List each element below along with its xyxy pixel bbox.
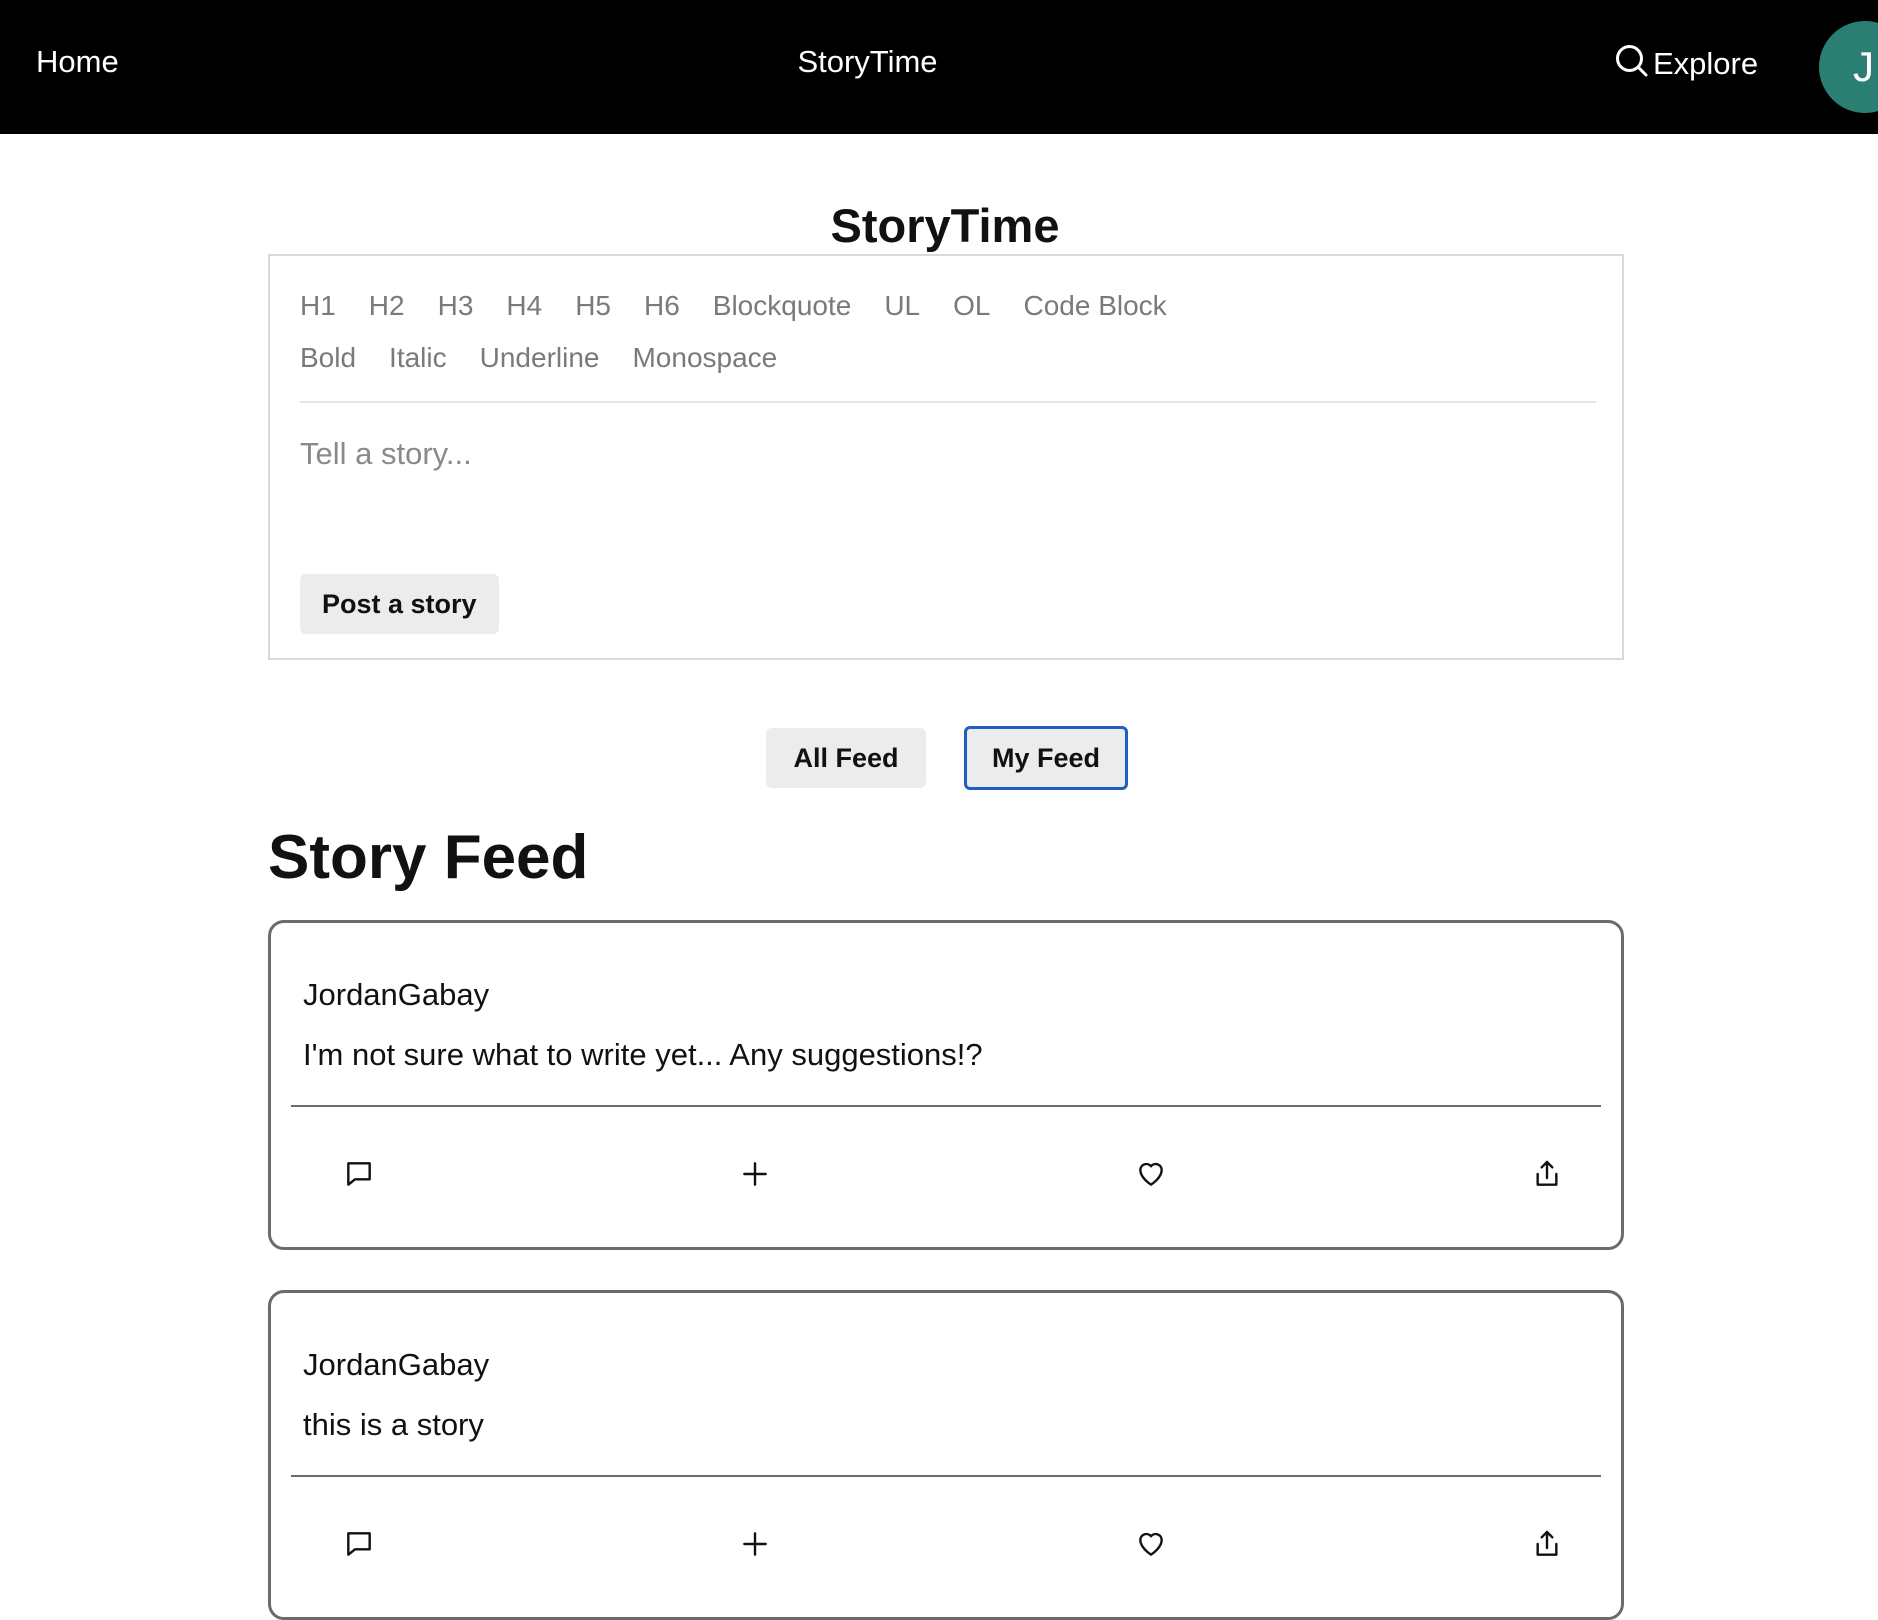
avatar[interactable]: J [1819, 21, 1878, 113]
comment-icon [343, 1158, 375, 1193]
toolbar-h1-button[interactable]: H1 [300, 290, 336, 322]
share-button[interactable] [1517, 1515, 1577, 1575]
feed-heading: Story Feed [268, 823, 589, 892]
toolbar-divider [300, 401, 1596, 403]
story-body: this is a story [303, 1407, 484, 1442]
toolbar-code-block-button[interactable]: Code Block [1023, 290, 1166, 322]
search-icon [1613, 42, 1649, 86]
my-feed-button[interactable]: My Feed [964, 726, 1128, 790]
story-card: JordanGabay I'm not sure what to write y… [268, 920, 1624, 1250]
toolbar-h5-button[interactable]: H5 [575, 290, 611, 322]
format-toolbar-row-1: H1 H2 H3 H4 H5 H6 Blockquote UL OL Code … [300, 290, 1200, 322]
toolbar-h2-button[interactable]: H2 [369, 290, 405, 322]
toolbar-h6-button[interactable]: H6 [644, 290, 680, 322]
comment-button[interactable] [329, 1145, 389, 1205]
story-author[interactable]: JordanGabay [303, 1347, 489, 1383]
all-feed-button[interactable]: All Feed [766, 728, 926, 788]
toolbar-ul-button[interactable]: UL [884, 290, 920, 322]
top-nav-bar: Home StoryTime Explore J [0, 0, 1878, 134]
comment-icon [343, 1528, 375, 1563]
card-divider [291, 1105, 1601, 1107]
story-actions [291, 1515, 1601, 1575]
story-input[interactable] [300, 436, 1590, 526]
story-actions [291, 1145, 1601, 1205]
nav-brand-link[interactable]: StoryTime [0, 44, 1735, 80]
editor-title: StoryTime [830, 199, 1060, 252]
share-button[interactable] [1517, 1145, 1577, 1205]
toolbar-blockquote-button[interactable]: Blockquote [713, 290, 852, 322]
share-icon [1531, 1528, 1563, 1563]
plus-icon [739, 1158, 771, 1193]
nav-explore-label: Explore [1653, 46, 1759, 81]
comment-button[interactable] [329, 1515, 389, 1575]
share-icon [1531, 1158, 1563, 1193]
heart-icon [1135, 1158, 1167, 1193]
like-button[interactable] [1121, 1145, 1181, 1205]
post-story-button[interactable]: Post a story [300, 574, 499, 634]
story-card: JordanGabay this is a story [268, 1290, 1624, 1620]
toolbar-ol-button[interactable]: OL [953, 290, 990, 322]
toolbar-underline-button[interactable]: Underline [480, 342, 600, 374]
toolbar-h4-button[interactable]: H4 [506, 290, 542, 322]
add-button[interactable] [725, 1145, 785, 1205]
like-button[interactable] [1121, 1515, 1181, 1575]
card-divider [291, 1475, 1601, 1477]
heart-icon [1135, 1528, 1167, 1563]
toolbar-h3-button[interactable]: H3 [438, 290, 474, 322]
story-editor: H1 H2 H3 H4 H5 H6 Blockquote UL OL Code … [268, 254, 1624, 660]
toolbar-monospace-button[interactable]: Monospace [632, 342, 777, 374]
nav-explore-link[interactable]: Explore [1613, 42, 1758, 86]
story-body: I'm not sure what to write yet... Any su… [303, 1037, 983, 1072]
plus-icon [739, 1528, 771, 1563]
story-author[interactable]: JordanGabay [303, 977, 489, 1013]
toolbar-bold-button[interactable]: Bold [300, 342, 356, 374]
toolbar-italic-button[interactable]: Italic [389, 342, 447, 374]
format-toolbar-row-2: Bold Italic Underline Monospace [300, 342, 810, 374]
add-button[interactable] [725, 1515, 785, 1575]
